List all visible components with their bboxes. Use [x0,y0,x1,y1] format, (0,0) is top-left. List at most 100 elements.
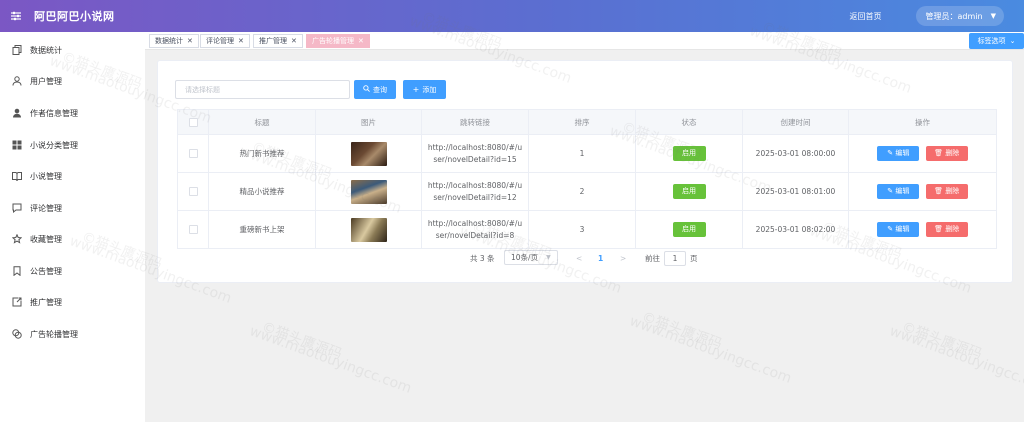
sidebar-item-label: 小说管理 [30,171,62,181]
pagination: 共 3 条 10条/页 ▼ < 1 > 前往 1 页 [158,250,1014,266]
delete-button[interactable]: 🗑 删除 [925,184,968,199]
row-checkbox[interactable] [188,187,198,197]
sidebar-item-label: 小说分类管理 [30,140,78,150]
trash-icon: 🗑 [934,187,946,195]
top-header: 阿巴阿巴小说网 返回首页 管理员：admin ▼ [0,0,1024,32]
share-icon [12,297,22,307]
sidebar-item-promotion[interactable]: 推广管理 [0,292,145,312]
sidebar-item-notices[interactable]: 公告管理 [0,261,145,281]
tags-bar: 数据统计 ✕ 评论管理 ✕ 推广管理 ✕ 广告轮播管理 ✕ 标签选项 ⌄ [145,32,1024,50]
delete-label: 删除 [945,187,960,195]
table-row: 精品小说推荐 http://localhost:8080/#/user/nove… [177,172,997,211]
sidebar-item-label: 数据统计 [30,45,62,55]
sidebar-item-label: 公告管理 [30,266,62,276]
tag-comments[interactable]: 评论管理 ✕ [200,34,250,48]
close-icon[interactable]: ✕ [358,37,364,45]
column-header: 操作 [848,109,997,135]
column-header: 跳转链接 [421,109,529,135]
column-header: 创建时间 [742,109,849,135]
search-input[interactable]: 请选择标题 [175,80,350,99]
next-page-button[interactable]: > [620,250,626,266]
tag-label: 数据统计 [155,37,183,45]
sidebar-item-stats[interactable]: 数据统计 [0,40,145,60]
page-jump-input[interactable]: 1 [664,250,686,266]
sidebar-item-label: 推广管理 [30,297,62,307]
tag-label: 广告轮播管理 [312,37,354,45]
close-icon[interactable]: ✕ [187,37,193,45]
column-header: 标题 [208,109,316,135]
link-cell: http://localhost:8080/#/user/novelDetail… [421,134,529,173]
delete-button[interactable]: 🗑 删除 [925,146,968,161]
sidebar-item-categories[interactable]: 小说分类管理 [0,135,145,155]
prev-page-button[interactable]: < [576,250,582,266]
tag-banners[interactable]: 广告轮播管理 ✕ [306,34,370,48]
edit-button[interactable]: ✎ 编辑 [877,146,920,161]
sidebar: 数据统计 用户管理 作者信息管理 小说分类管理 小说管理 评论管理 收藏管理 公… [0,32,145,422]
menu-toggle-button[interactable] [0,0,32,32]
sidebar-item-label: 广告轮播管理 [30,329,78,339]
link-cell: http://localhost:8080/#/user/novelDetail… [421,172,529,211]
column-header: 排序 [528,109,636,135]
close-icon[interactable]: ✕ [238,37,244,45]
page-number-current[interactable]: 1 [598,250,603,266]
tag-label: 评论管理 [206,37,234,45]
caret-down-icon: ▼ [990,12,996,20]
sidebar-item-favorites[interactable]: 收藏管理 [0,229,145,249]
table-row: 热门新书推荐 http://localhost:8080/#/user/nove… [177,134,997,173]
table-header-row: 标题 图片 跳转链接 排序 状态 创建时间 操作 [177,109,997,135]
close-icon[interactable]: ✕ [291,37,297,45]
sidebar-item-authors[interactable]: 作者信息管理 [0,103,145,123]
edit-button[interactable]: ✎ 编辑 [877,184,920,199]
page-jump: 前往 1 页 [645,250,698,266]
title-cell: 重磅新书上架 [208,210,316,249]
page-suffix: 页 [690,253,698,263]
row-checkbox[interactable] [188,225,198,235]
edit-button[interactable]: ✎ 编辑 [877,222,920,237]
add-button[interactable]: + 添加 [403,80,446,99]
row-checkbox[interactable] [188,149,198,159]
tag-options-button[interactable]: 标签选项 ⌄ [969,33,1024,49]
add-button-label: 添加 [422,85,437,94]
created-cell: 2025-03-01 08:01:00 [742,172,849,211]
pagination-total: 共 3 条 [470,253,495,263]
watermark-url: www.maotouyingcc.com [887,323,1024,397]
grid-icon [12,140,22,150]
goto-label: 前往 [645,253,660,263]
banner-image [350,141,387,166]
tag-stats[interactable]: 数据统计 ✕ [149,34,199,48]
created-cell: 2025-03-01 08:02:00 [742,210,849,249]
copy-icon [12,45,22,55]
link-cell: http://localhost:8080/#/user/novelDetail… [421,210,529,249]
plus-icon: + [412,85,420,94]
table-row: 重磅新书上架 http://localhost:8080/#/user/nove… [177,210,997,249]
sidebar-item-label: 评论管理 [30,203,62,213]
home-link[interactable]: 返回首页 [850,11,882,22]
sidebar-item-label: 用户管理 [30,76,62,86]
sidebar-item-comments[interactable]: 评论管理 [0,198,145,218]
select-all-checkbox[interactable] [188,117,198,127]
edit-label: 编辑 [895,149,910,157]
search-button[interactable]: 查询 [354,80,396,99]
page-size-value: 10条/页 [511,253,539,262]
sort-cell: 1 [528,134,636,173]
select-all-cell [177,109,209,135]
delete-label: 删除 [945,225,960,233]
star-icon [12,234,22,244]
page-size-select[interactable]: 10条/页 ▼ [504,250,558,265]
user-menu[interactable]: 管理员：admin ▼ [915,6,1004,26]
banner-image [350,217,387,242]
chevron-down-icon: ⌄ [1009,37,1016,45]
sliders-icon [11,11,21,21]
sidebar-item-users[interactable]: 用户管理 [0,71,145,91]
status-badge: 启用 [672,146,706,161]
created-cell: 2025-03-01 08:00:00 [742,134,849,173]
tag-promotion[interactable]: 推广管理 ✕ [253,34,303,48]
sidebar-item-novels[interactable]: 小说管理 [0,166,145,186]
delete-label: 删除 [945,149,960,157]
status-badge: 启用 [672,184,706,199]
banner-image [350,179,387,204]
user-filled-icon [12,108,22,118]
title-cell: 热门新书推荐 [208,134,316,173]
sidebar-item-banners[interactable]: 广告轮播管理 [0,324,145,344]
delete-button[interactable]: 🗑 删除 [925,222,968,237]
